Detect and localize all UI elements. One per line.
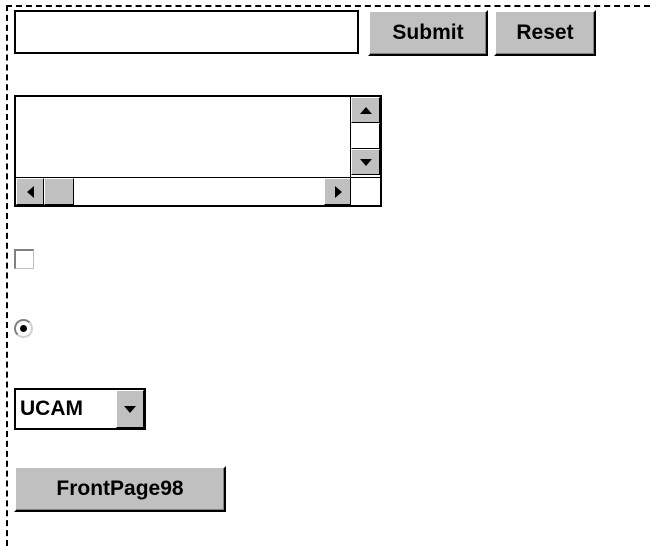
arrow-left-icon bbox=[26, 185, 34, 198]
drop-down-button[interactable] bbox=[116, 390, 144, 428]
scroll-down-button[interactable] bbox=[351, 149, 380, 175]
checkbox[interactable] bbox=[14, 249, 34, 269]
scroll-right-button[interactable] bbox=[324, 178, 352, 205]
vertical-scrollbar[interactable] bbox=[350, 97, 380, 177]
scrolling-text-box bbox=[14, 95, 382, 207]
chevron-down-icon bbox=[124, 405, 136, 413]
scrollbar-corner bbox=[350, 177, 380, 205]
submit-button[interactable]: Submit bbox=[368, 10, 488, 56]
arrow-down-icon bbox=[359, 158, 372, 166]
horizontal-scrollbar[interactable] bbox=[16, 177, 352, 205]
frontpage98-push-button[interactable]: FrontPage98 bbox=[14, 466, 226, 512]
scroll-up-button[interactable] bbox=[351, 97, 380, 123]
one-line-text-field[interactable] bbox=[14, 10, 359, 54]
radio-button[interactable] bbox=[14, 319, 33, 338]
vertical-scroll-track[interactable] bbox=[351, 123, 380, 149]
scroll-left-button[interactable] bbox=[16, 178, 44, 205]
drop-down-selected-value: UCAM bbox=[20, 397, 83, 420]
horizontal-scroll-thumb[interactable] bbox=[44, 178, 74, 205]
arrow-right-icon bbox=[334, 185, 342, 198]
reset-button[interactable]: Reset bbox=[494, 10, 596, 56]
form-boundary-left bbox=[6, 5, 8, 546]
drop-down-menu[interactable]: UCAM bbox=[14, 388, 146, 430]
arrow-up-icon bbox=[359, 106, 372, 114]
form-boundary-top bbox=[6, 5, 650, 7]
scrolling-text-box-input[interactable] bbox=[16, 97, 352, 177]
radio-selected-dot bbox=[20, 325, 27, 332]
